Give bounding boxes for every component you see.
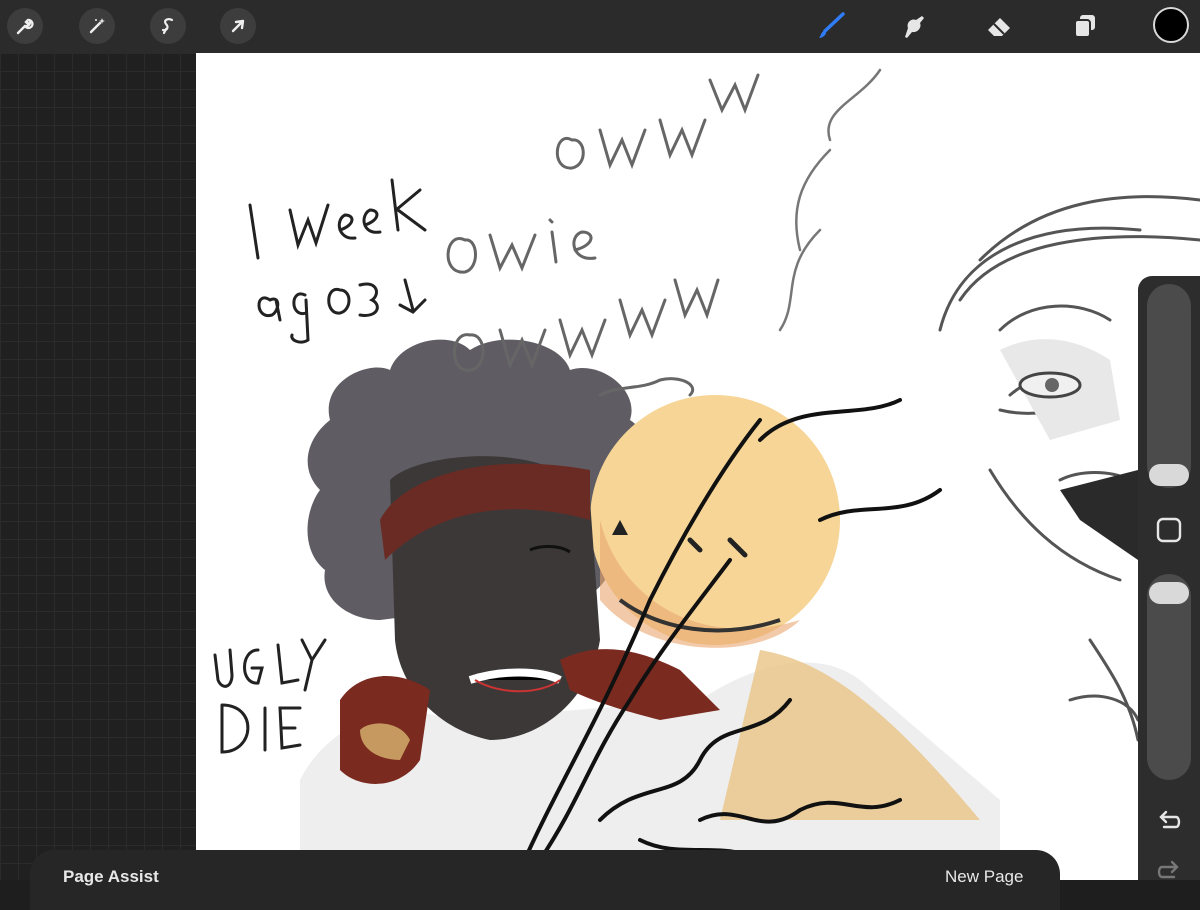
- undo-icon[interactable]: [1155, 806, 1183, 834]
- wrench-icon[interactable]: [7, 8, 43, 44]
- drawing-canvas[interactable]: [196, 53, 1200, 880]
- artwork: [213, 68, 1200, 880]
- top-toolbar: [0, 0, 1200, 53]
- eraser-icon[interactable]: [980, 6, 1020, 46]
- selection-icon[interactable]: [150, 8, 186, 44]
- color-picker-swatch[interactable]: [1153, 7, 1189, 43]
- brush-size-knob[interactable]: [1149, 464, 1189, 486]
- smudge-icon[interactable]: [894, 6, 934, 46]
- opacity-knob[interactable]: [1149, 582, 1189, 604]
- layers-icon[interactable]: [1065, 6, 1105, 46]
- magic-wand-icon[interactable]: [79, 8, 115, 44]
- brush-icon[interactable]: [812, 6, 852, 46]
- page-assist-panel: Page Assist New Page: [30, 850, 1060, 910]
- brush-size-slider[interactable]: [1147, 284, 1191, 488]
- transform-arrow-icon[interactable]: [220, 8, 256, 44]
- opacity-slider[interactable]: [1147, 574, 1191, 780]
- page-assist-button[interactable]: Page Assist: [63, 867, 159, 887]
- brush-sidebar: [1138, 276, 1200, 880]
- modify-square-icon[interactable]: [1155, 516, 1183, 544]
- new-page-button[interactable]: New Page: [945, 867, 1023, 887]
